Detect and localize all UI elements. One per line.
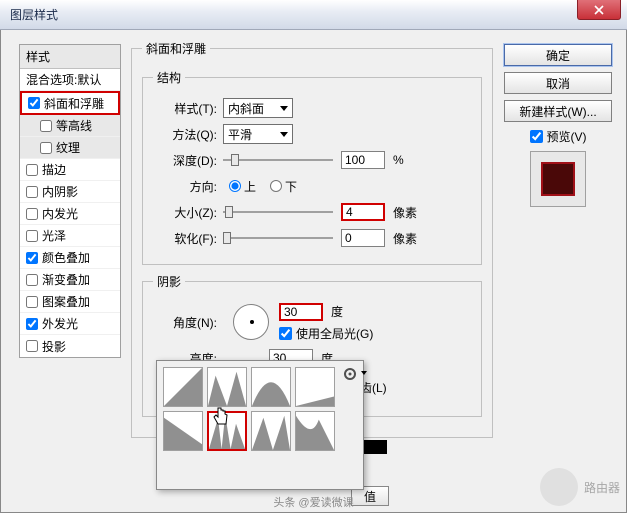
checkbox-dropshadow[interactable] bbox=[26, 340, 38, 352]
contour-preset-8[interactable] bbox=[295, 411, 335, 451]
watermark-text: 路由器 bbox=[584, 479, 620, 496]
titlebar: 图层样式 bbox=[0, 0, 627, 30]
ok-button[interactable]: 确定 bbox=[504, 44, 612, 66]
contour-preset-5[interactable] bbox=[163, 411, 203, 451]
contour-preset-4[interactable] bbox=[295, 367, 335, 407]
direction-down[interactable]: 下 bbox=[270, 178, 297, 195]
checkbox-innerglow[interactable] bbox=[26, 208, 38, 220]
sidebar-item-dropshadow[interactable]: 投影 bbox=[20, 335, 120, 357]
sidebar-item-texture[interactable]: 纹理 bbox=[20, 137, 120, 159]
cancel-button[interactable]: 取消 bbox=[504, 72, 612, 94]
contour-popup bbox=[156, 360, 364, 490]
footer-text: 头条 @爱读微课 bbox=[1, 494, 626, 510]
preview-inner bbox=[541, 162, 575, 196]
size-label: 大小(Z): bbox=[153, 204, 217, 221]
sidebar-item-gradientoverlay[interactable]: 渐变叠加 bbox=[20, 269, 120, 291]
checkbox-satin[interactable] bbox=[26, 230, 38, 242]
checkbox-innershadow[interactable] bbox=[26, 186, 38, 198]
depth-input[interactable] bbox=[341, 151, 385, 169]
sidebar-item-innershadow[interactable]: 内阴影 bbox=[20, 181, 120, 203]
contour-preset-1[interactable] bbox=[163, 367, 203, 407]
size-input[interactable] bbox=[341, 203, 385, 221]
structure-legend: 结构 bbox=[153, 69, 185, 86]
contour-grid bbox=[163, 367, 335, 451]
technique-label: 方法(Q): bbox=[153, 126, 217, 143]
sidebar-item-contour[interactable]: 等高线 bbox=[20, 115, 120, 137]
style-label: 样式(T): bbox=[153, 100, 217, 117]
gear-icon bbox=[343, 367, 357, 381]
sidebar-item-coloroverlay[interactable]: 颜色叠加 bbox=[20, 247, 120, 269]
angle-input[interactable] bbox=[279, 303, 323, 321]
soften-label: 软化(F): bbox=[153, 230, 217, 247]
checkbox-outerglow[interactable] bbox=[26, 318, 38, 330]
sidebar-item-satin[interactable]: 光泽 bbox=[20, 225, 120, 247]
right-panel: 确定 取消 新建样式(W)... 预览(V) bbox=[504, 44, 612, 213]
global-light-checkbox[interactable]: 使用全局光(G) bbox=[279, 325, 373, 342]
close-button[interactable] bbox=[577, 0, 621, 20]
style-select[interactable]: 内斜面 bbox=[223, 98, 293, 118]
preview-swatch bbox=[530, 151, 586, 207]
checkbox-stroke[interactable] bbox=[26, 164, 38, 176]
styles-sidebar: 样式 混合选项:默认 斜面和浮雕 等高线 纹理 描边 内阴影 内发光 光泽 颜色… bbox=[19, 44, 121, 358]
angle-label: 角度(N): bbox=[153, 314, 217, 331]
chevron-down-icon bbox=[280, 132, 288, 137]
checkbox-gradientoverlay[interactable] bbox=[26, 274, 38, 286]
chevron-down-icon bbox=[361, 371, 367, 375]
sidebar-item-innerglow[interactable]: 内发光 bbox=[20, 203, 120, 225]
sidebar-item-blend[interactable]: 混合选项:默认 bbox=[20, 69, 120, 91]
new-style-button[interactable]: 新建样式(W)... bbox=[504, 100, 612, 122]
close-icon bbox=[594, 5, 604, 15]
sidebar-item-outerglow[interactable]: 外发光 bbox=[20, 313, 120, 335]
sidebar-item-bevel[interactable]: 斜面和浮雕 bbox=[20, 91, 120, 115]
checkbox-contour[interactable] bbox=[40, 120, 52, 132]
window-title: 图层样式 bbox=[10, 6, 58, 23]
sidebar-item-stroke[interactable]: 描边 bbox=[20, 159, 120, 181]
contour-menu-button[interactable] bbox=[343, 367, 357, 381]
structure-fieldset: 结构 样式(T): 内斜面 方法(Q): 平滑 深度(D): % 方向: bbox=[142, 69, 482, 265]
chevron-down-icon bbox=[280, 106, 288, 111]
angle-dial[interactable] bbox=[233, 304, 269, 340]
direction-label: 方向: bbox=[153, 178, 217, 195]
contour-preset-2[interactable] bbox=[207, 367, 247, 407]
direction-up[interactable]: 上 bbox=[229, 178, 256, 195]
sidebar-header: 样式 bbox=[20, 45, 120, 69]
checkbox-texture[interactable] bbox=[40, 142, 52, 154]
contour-preset-7[interactable] bbox=[251, 411, 291, 451]
contour-preset-6[interactable] bbox=[207, 411, 247, 451]
preview-checkbox[interactable]: 预览(V) bbox=[504, 128, 612, 145]
checkbox-patternoverlay[interactable] bbox=[26, 296, 38, 308]
depth-label: 深度(D): bbox=[153, 152, 217, 169]
soften-slider[interactable] bbox=[223, 230, 333, 246]
bevel-legend: 斜面和浮雕 bbox=[142, 40, 210, 57]
contour-preset-3[interactable] bbox=[251, 367, 291, 407]
soften-input[interactable] bbox=[341, 229, 385, 247]
checkbox-coloroverlay[interactable] bbox=[26, 252, 38, 264]
sidebar-item-patternoverlay[interactable]: 图案叠加 bbox=[20, 291, 120, 313]
checkbox-bevel[interactable] bbox=[28, 97, 40, 109]
shading-legend: 阴影 bbox=[153, 273, 185, 290]
technique-select[interactable]: 平滑 bbox=[223, 124, 293, 144]
size-slider[interactable] bbox=[223, 204, 333, 220]
depth-slider[interactable] bbox=[223, 152, 333, 168]
